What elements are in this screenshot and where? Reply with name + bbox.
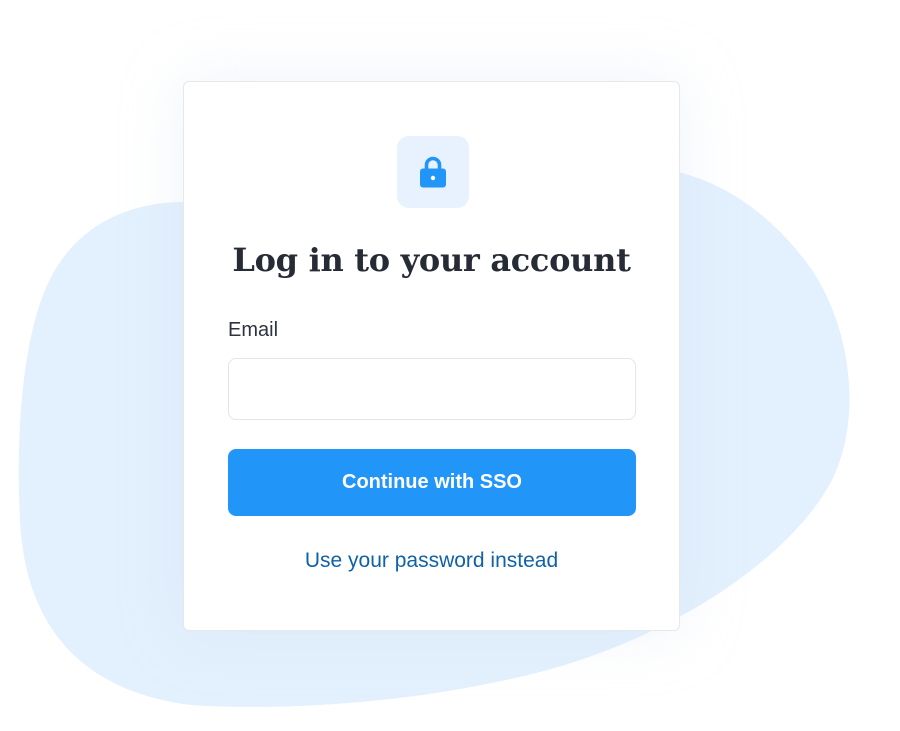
use-password-link[interactable]: Use your password instead	[184, 548, 679, 574]
continue-with-sso-button[interactable]: Continue with SSO	[228, 449, 636, 516]
email-label: Email	[228, 319, 279, 341]
email-input[interactable]	[228, 358, 636, 420]
lock-icon	[420, 156, 446, 188]
login-card: Log in to your account Email Continue wi…	[183, 81, 680, 631]
page-title: Log in to your account	[232, 241, 631, 279]
lock-icon-tile	[397, 136, 469, 208]
